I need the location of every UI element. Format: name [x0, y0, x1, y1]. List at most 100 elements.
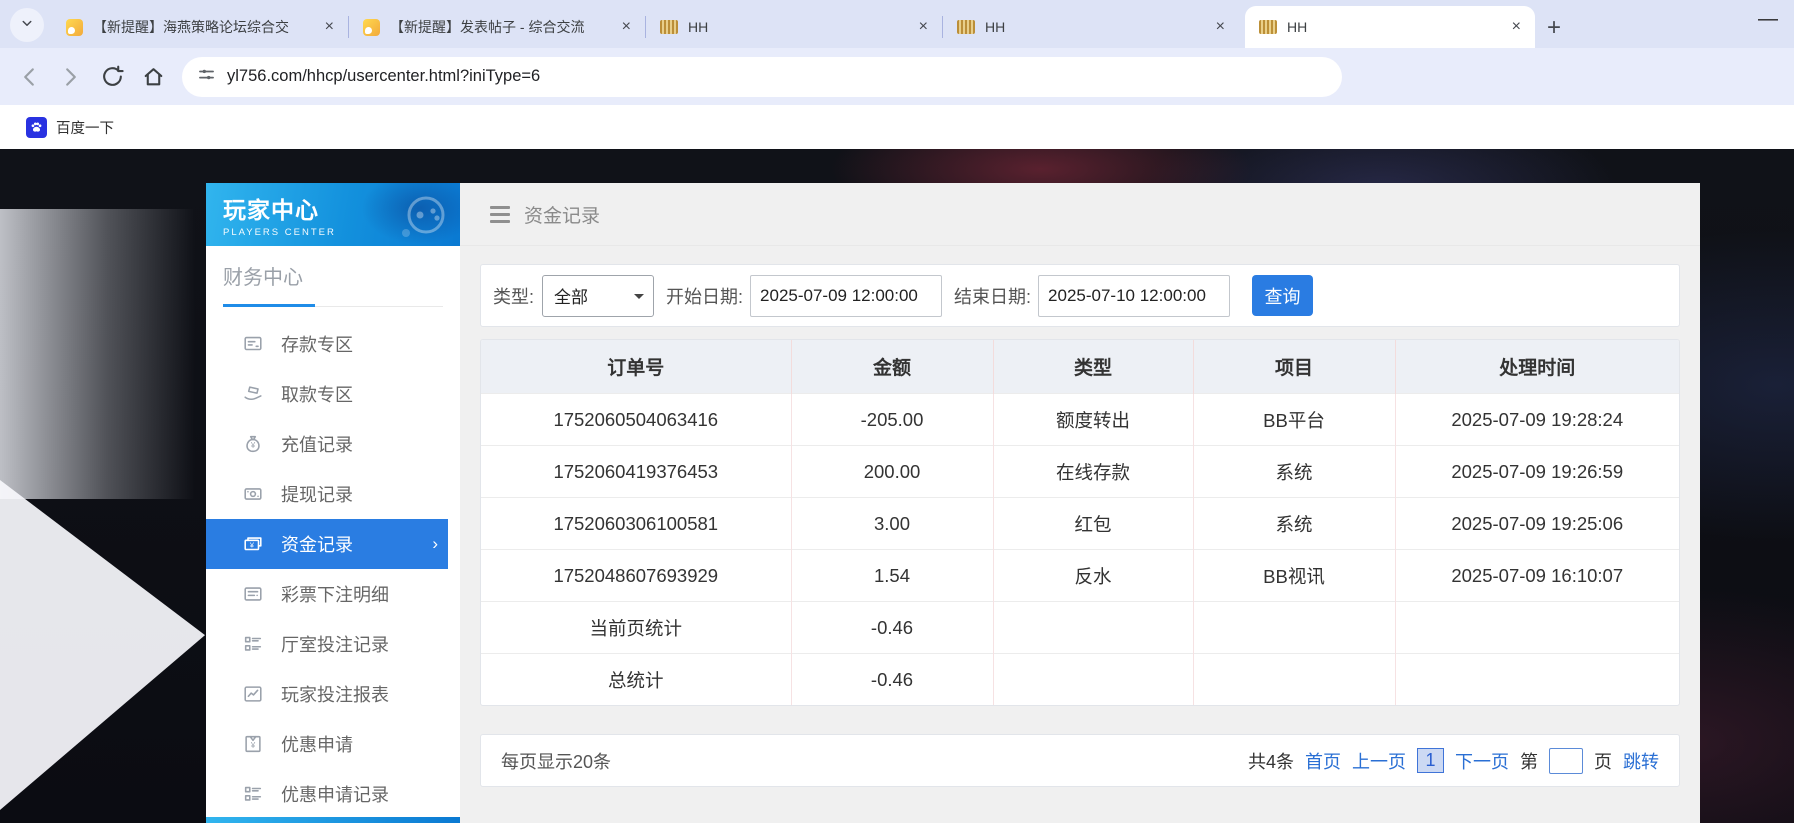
withdraw-hand-icon	[242, 383, 264, 405]
cell-type: 反水	[993, 550, 1193, 602]
page-header: 资金记录	[460, 183, 1700, 246]
window-minimize-button[interactable]: —	[1758, 8, 1778, 31]
address-bar[interactable]: yl756.com/hhcp/usercenter.html?iniType=6	[182, 57, 1342, 97]
tab-title: HH	[688, 19, 915, 35]
tab-title: 【新提醒】发表帖子 - 综合交流	[390, 17, 618, 37]
bookmarks-bar: 百度一下	[0, 105, 1794, 149]
tab-forum-2[interactable]: 【新提醒】发表帖子 - 综合交流 ×	[349, 6, 645, 48]
home-icon[interactable]	[141, 64, 166, 89]
tab-forum-1[interactable]: 【新提醒】海燕策略论坛综合交 ×	[52, 6, 348, 48]
gold-favicon	[660, 20, 678, 34]
sidebar-item-fund-records[interactable]: ¥ 资金记录 ›	[206, 519, 448, 569]
prev-page-link[interactable]: 上一页	[1352, 748, 1406, 774]
cell-amount: 1.54	[791, 550, 993, 602]
tab-title: HH	[1287, 19, 1508, 35]
sidebar-item-label: 资金记录	[281, 531, 353, 557]
cell-type: 额度转出	[993, 394, 1193, 446]
tab-strip: 【新提醒】海燕策略论坛综合交 × 【新提醒】发表帖子 - 综合交流 × HH ×…	[0, 0, 1794, 48]
url-text[interactable]: yl756.com/hhcp/usercenter.html?iniType=6	[227, 67, 540, 86]
cell-stats-amount: -0.46	[791, 602, 993, 654]
cell-project: 系统	[1193, 498, 1395, 550]
total-count-text: 共4条	[1248, 748, 1294, 774]
sidebar-item-promo-apply[interactable]: ¥ 优惠申请	[206, 719, 460, 769]
sidebar-banner: 玩家中心 PLAYERS CENTER	[206, 183, 460, 246]
bookmark-label: 百度一下	[56, 117, 114, 138]
background-light-streak	[0, 209, 195, 499]
close-icon[interactable]: ×	[618, 17, 635, 37]
column-header-type: 类型	[993, 340, 1193, 394]
cell-project: BB视讯	[1193, 550, 1395, 602]
first-page-link[interactable]: 首页	[1305, 748, 1341, 774]
cell-empty	[1193, 602, 1395, 654]
jump-prefix-label: 第	[1520, 748, 1538, 774]
cell-process-time: 2025-07-09 19:25:06	[1395, 498, 1679, 550]
reload-icon[interactable]	[100, 64, 125, 89]
sidebar-section: 财务中心	[206, 246, 460, 307]
sidebar-item-recharge-record[interactable]: ¥ 充值记录	[206, 419, 460, 469]
sidebar-item-label: 充值记录	[281, 431, 353, 457]
browser-window: 【新提醒】海燕策略论坛综合交 × 【新提醒】发表帖子 - 综合交流 × HH ×…	[0, 0, 1794, 823]
cell-process-time: 2025-07-09 16:10:07	[1395, 550, 1679, 602]
gold-favicon	[1259, 20, 1277, 34]
next-page-link[interactable]: 下一页	[1455, 748, 1509, 774]
back-icon[interactable]	[16, 64, 42, 90]
close-icon[interactable]: ×	[321, 17, 338, 37]
search-button[interactable]: 查询	[1252, 275, 1313, 316]
jump-go-link[interactable]: 跳转	[1623, 748, 1659, 774]
jump-page-input[interactable]	[1549, 748, 1583, 774]
sidebar: 玩家中心 PLAYERS CENTER 财务中心 存款专区 取款专区	[206, 183, 460, 823]
cell-amount: -205.00	[791, 394, 993, 446]
banknote-icon	[242, 483, 264, 505]
cell-project: BB平台	[1193, 394, 1395, 446]
browser-toolbar: yl756.com/hhcp/usercenter.html?iniType=6	[0, 48, 1794, 105]
forward-icon[interactable]	[58, 64, 84, 90]
type-label: 类型:	[493, 283, 534, 309]
moneybag-icon: ¥	[242, 433, 264, 455]
filter-bar: 类型: 全部 开始日期: 结束日期: 查询	[480, 264, 1680, 327]
table-row: 1752060504063416 -205.00 额度转出 BB平台 2025-…	[481, 394, 1679, 446]
sidebar-item-label: 玩家投注报表	[281, 681, 389, 707]
bookmark-baidu[interactable]: 百度一下	[26, 117, 114, 138]
tab-hh-active[interactable]: HH ×	[1245, 6, 1535, 48]
column-header-order-no: 订单号	[481, 340, 791, 394]
fund-cards-icon: ¥	[242, 533, 264, 555]
section-underline	[223, 303, 443, 307]
start-date-input[interactable]	[750, 275, 942, 317]
sidebar-item-hall-bet-record[interactable]: 厅室投注记录	[206, 619, 460, 669]
gamepad-icon	[396, 187, 452, 246]
sidebar-item-promo-apply-record[interactable]: 优惠申请记录	[206, 769, 460, 819]
close-icon[interactable]: ×	[1508, 17, 1525, 37]
deposit-machine-icon	[242, 333, 264, 355]
sidebar-item-label: 优惠申请记录	[281, 781, 389, 807]
current-page-badge[interactable]: 1	[1417, 748, 1444, 773]
cell-type: 红包	[993, 498, 1193, 550]
site-settings-icon[interactable]	[196, 64, 217, 90]
close-icon[interactable]: ×	[915, 17, 932, 37]
cell-order-no: 1752048607693929	[481, 550, 791, 602]
fund-records-table: 订单号 金额 类型 项目 处理时间 1752060504063416 -205.…	[480, 339, 1680, 706]
sidebar-item-withdraw-record[interactable]: 提现记录	[206, 469, 460, 519]
type-select[interactable]: 全部	[542, 275, 654, 317]
pagination-bar: 每页显示20条 共4条 首页 上一页 1 下一页 第 页 跳转	[480, 734, 1680, 787]
cell-type: 在线存款	[993, 446, 1193, 498]
page-size-text: 每页显示20条	[501, 748, 611, 774]
cell-amount: 200.00	[791, 446, 993, 498]
cell-order-no: 1752060419376453	[481, 446, 791, 498]
sidebar-item-label: 彩票下注明细	[281, 581, 389, 607]
tab-hh-2[interactable]: HH ×	[943, 6, 1239, 48]
end-date-input[interactable]	[1038, 275, 1230, 317]
type-select-value: 全部	[554, 283, 588, 308]
forum-favicon	[363, 19, 380, 36]
sidebar-item-withdraw[interactable]: 取款专区	[206, 369, 460, 419]
new-tab-button[interactable]: +	[1547, 16, 1561, 40]
tab-hh-1[interactable]: HH ×	[646, 6, 942, 48]
background-white-wedge	[0, 480, 205, 810]
hamburger-icon[interactable]	[490, 206, 510, 223]
chevron-right-icon: ›	[432, 534, 438, 554]
sidebar-item-player-bet-report[interactable]: 玩家投注报表	[206, 669, 460, 719]
tab-search-button[interactable]	[10, 8, 44, 42]
close-icon[interactable]: ×	[1212, 17, 1229, 37]
sidebar-item-deposit[interactable]: 存款专区	[206, 319, 460, 369]
end-date-label: 结束日期:	[954, 283, 1031, 309]
sidebar-item-lottery-bet-detail[interactable]: 彩票下注明细	[206, 569, 460, 619]
